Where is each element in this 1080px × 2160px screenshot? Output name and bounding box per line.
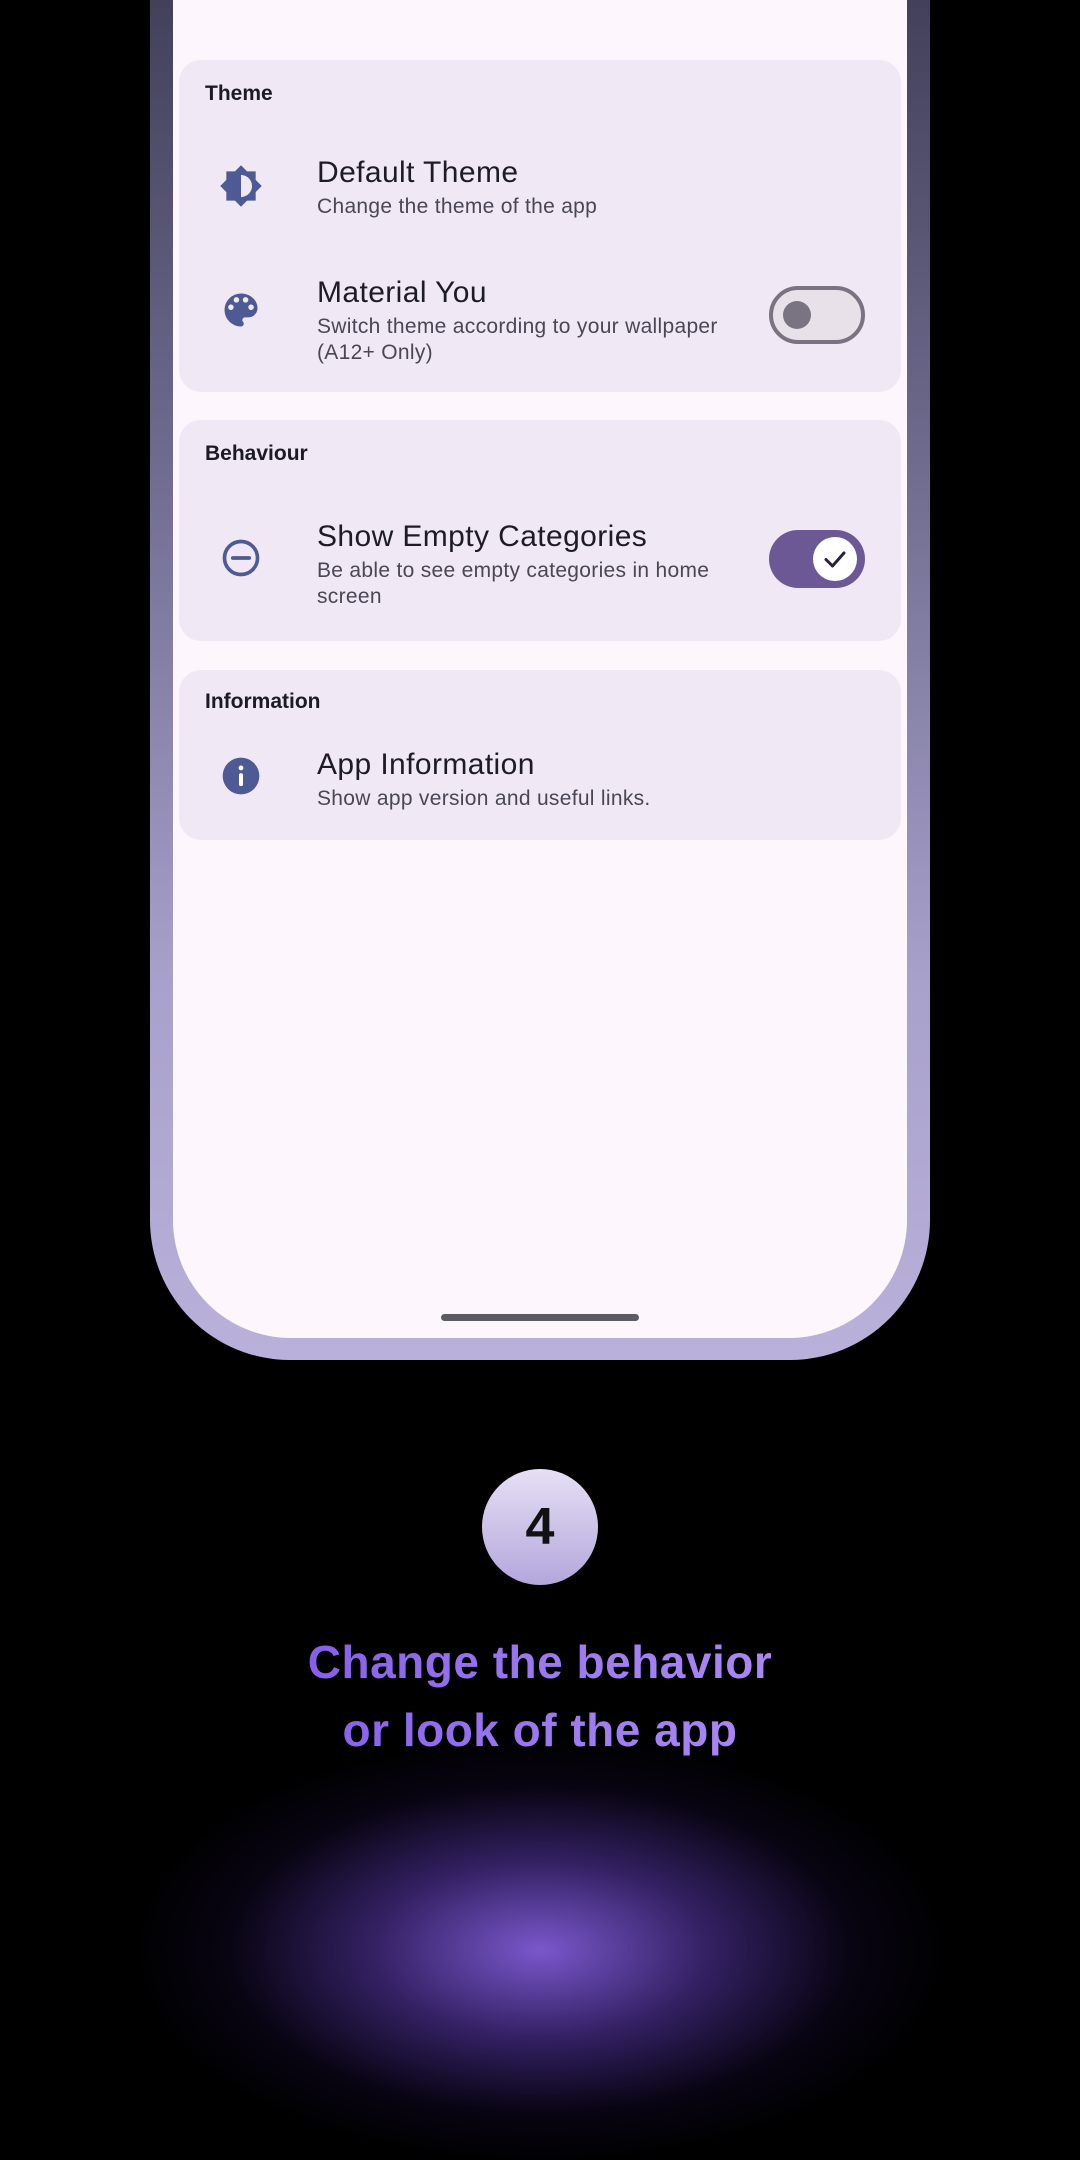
info-icon: [219, 754, 263, 798]
promo-headline-line1: Change the behavior: [307, 1636, 773, 1688]
material-you-subtitle: Switch theme according to your wallpaper…: [317, 315, 718, 364]
setting-material-you[interactable]: Material You Switch theme according to y…: [179, 250, 901, 380]
promo-headline: Change the behavior or look of the app: [140, 1628, 940, 1764]
step-number-badge: 4: [482, 1469, 598, 1585]
material-you-toggle[interactable]: [769, 286, 865, 344]
promo-headline-line2: or look of the app: [342, 1704, 738, 1756]
bottom-glow: [140, 1740, 940, 2160]
check-icon: [824, 551, 846, 568]
default-theme-subtitle: Change the theme of the app: [317, 195, 598, 218]
section-title-behaviour: Behaviour: [205, 442, 308, 465]
show-empty-categories-title: Show Empty Categories: [317, 520, 648, 553]
app-information-title: App Information: [317, 748, 535, 781]
theme-card: Theme Default Theme Change the theme of …: [179, 60, 901, 392]
information-card: Information App Information Show app ver…: [179, 670, 901, 840]
setting-default-theme[interactable]: Default Theme Change the theme of the ap…: [179, 130, 901, 250]
behaviour-card: Behaviour Show Empty Categories Be able …: [179, 420, 901, 641]
default-theme-title: Default Theme: [317, 156, 519, 189]
toggle-knob: [813, 537, 857, 581]
show-empty-categories-subtitle: Be able to see empty categories in home …: [317, 559, 710, 608]
material-you-title: Material You: [317, 276, 487, 309]
app-information-subtitle: Show app version and useful links.: [317, 787, 651, 810]
phone-screen: Theme Default Theme Change the theme of …: [173, 0, 907, 1338]
home-indicator: [441, 1314, 639, 1321]
section-title-theme: Theme: [205, 82, 273, 105]
toggle-knob: [783, 301, 811, 329]
section-title-information: Information: [205, 690, 321, 713]
setting-show-empty-categories[interactable]: Show Empty Categories Be able to see emp…: [179, 490, 901, 630]
palette-icon: [219, 288, 263, 332]
brightness-icon: [219, 164, 263, 208]
setting-app-information[interactable]: App Information Show app version and use…: [179, 730, 901, 840]
minus-circle-icon: [219, 536, 263, 580]
show-empty-categories-toggle[interactable]: [769, 530, 865, 588]
